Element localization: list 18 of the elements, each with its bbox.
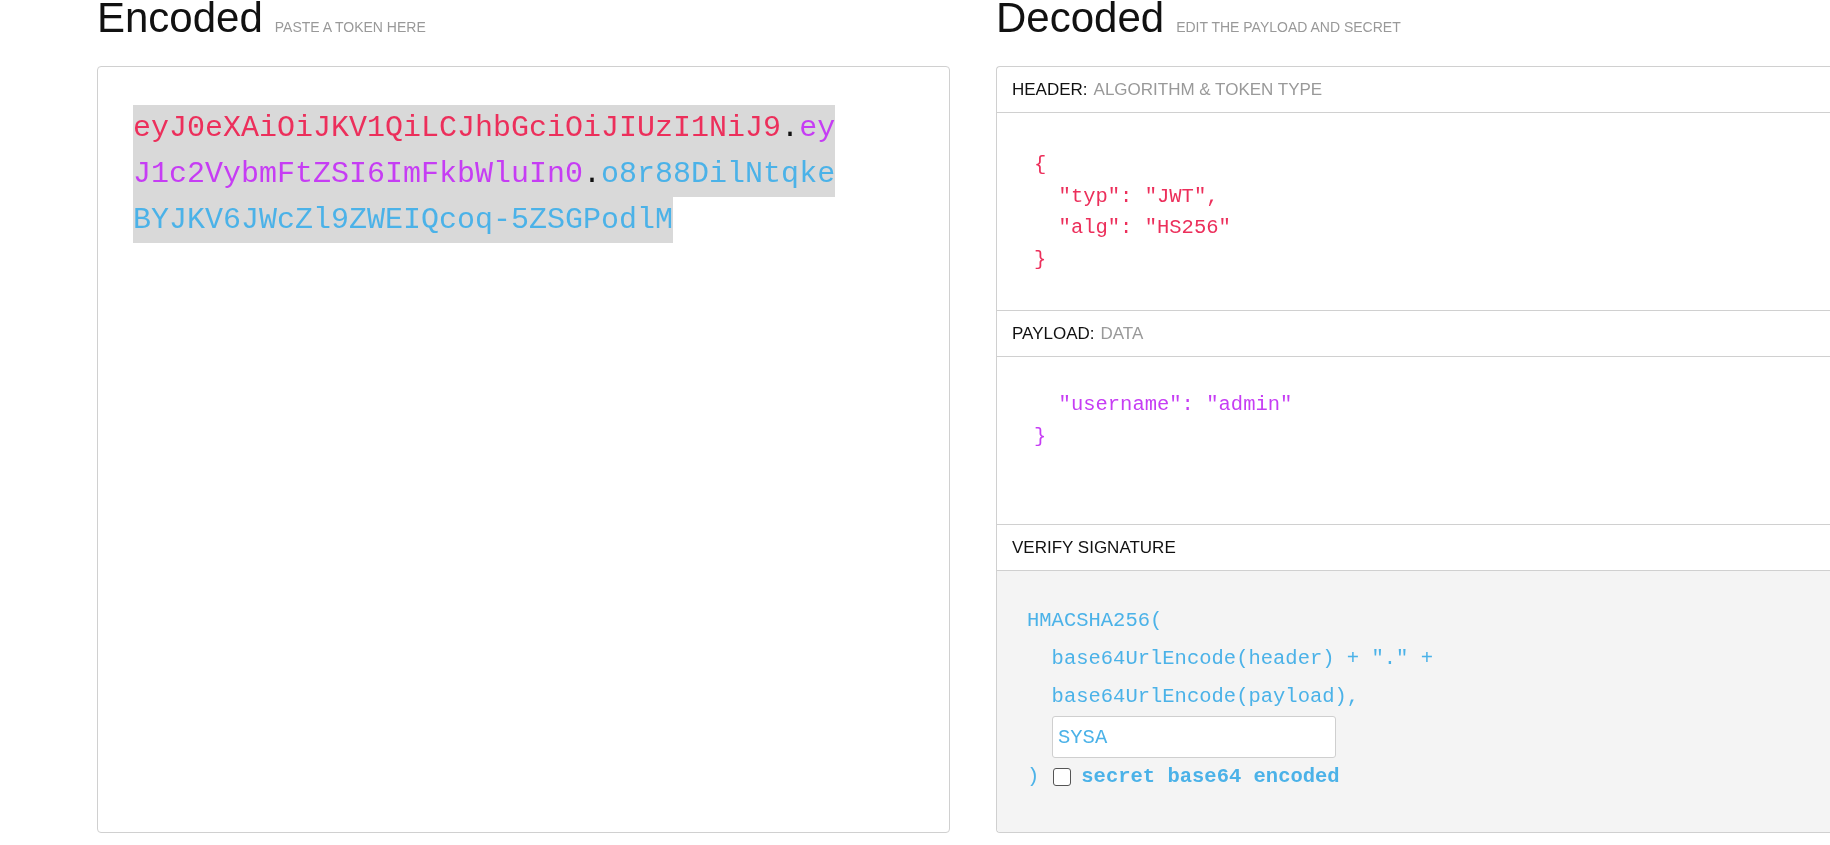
closing-parenthesis: ) <box>1027 764 1040 790</box>
checkbox[interactable] <box>1053 768 1072 786</box>
section-label: PAYLOAD: <box>1012 323 1095 344</box>
section-label: VERIFY SIGNATURE <box>1012 537 1176 558</box>
section-label: HEADER: <box>1012 79 1088 100</box>
hmac-formula: HMACSHA256( base64UrlEncode(header) + "." + base64UrlEncode(payload), <box>1027 608 1433 710</box>
token-input[interactable]: eyJ0eXAiOiJKV1QiLCJhbGciOiJIUzI1NiJ9.eyJ1c2VybmFtZSI6ImFkbWluIn0.o8r88DilNtqkeBYJKV6JWcZl9ZWEIQcoq-5ZSGPodlM <box>97 66 950 833</box>
payload-json-editor[interactable]: "username": "admin" } <box>997 357 1830 525</box>
decoded-hint: EDIT THE PAYLOAD AND SECRET <box>1176 19 1401 35</box>
encoded-token: eyJ0eXAiOiJKV1QiLCJhbGciOiJIUzI1NiJ9.eyJ1c2VybmFtZSI6ImFkbWluIn0.o8r88DilNtqkeBYJKV6JWcZl9ZWEIQcoq-5ZSGPodlM <box>133 105 838 243</box>
secret-input[interactable]: SYSA <box>1052 716 1336 758</box>
checkbox-label[interactable]: secret base64 encoded <box>1081 763 1340 791</box>
header-json-editor[interactable]: { "typ": "JWT", "alg": "HS256" } <box>997 113 1830 311</box>
section-sublabel: ALGORITHM & TOKEN TYPE <box>1093 79 1323 100</box>
section-sublabel: DATA <box>1100 323 1144 344</box>
decoded-heading: Decoded <box>996 0 1165 36</box>
encoded-heading: Encoded <box>97 0 263 36</box>
encoded-hint: PASTE A TOKEN HERE <box>274 19 426 35</box>
